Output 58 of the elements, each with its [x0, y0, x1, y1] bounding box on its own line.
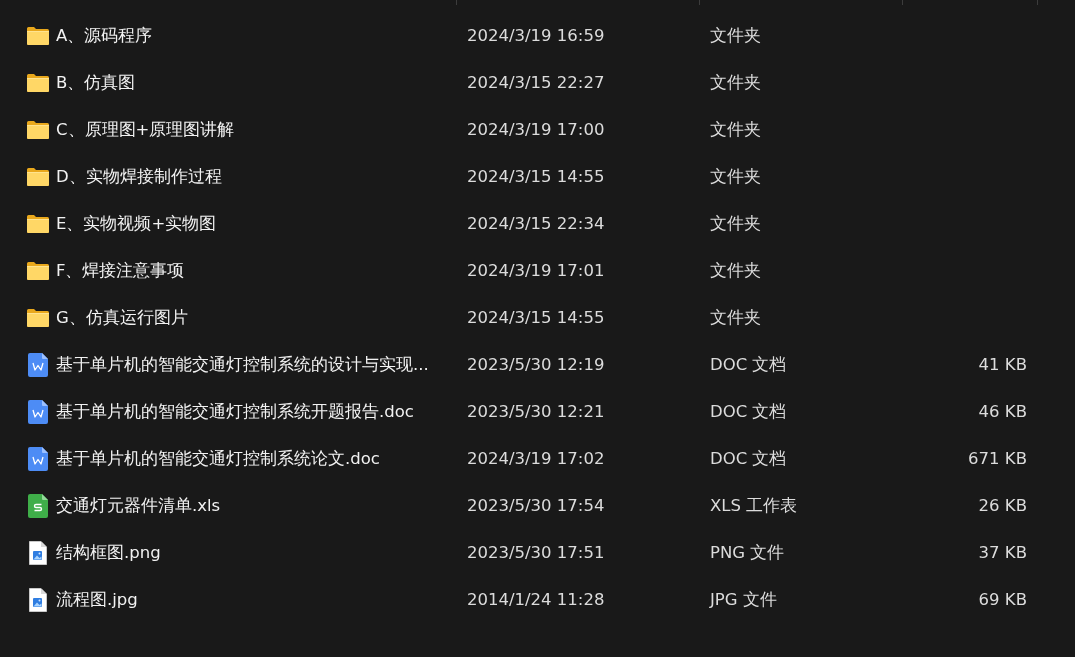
file-size: 37 KB: [978, 543, 1027, 562]
modified-date: 2024/3/15 22:27: [467, 73, 605, 92]
file-type: 文件夹: [710, 119, 761, 139]
file-size: 671 KB: [968, 449, 1027, 468]
file-name[interactable]: 基于单片机的智能交通灯控制系统开题报告.doc: [56, 400, 414, 423]
modified-date: 2024/3/19 17:00: [467, 120, 605, 139]
folder-icon: [27, 120, 49, 139]
file-name[interactable]: A、源码程序: [56, 24, 153, 47]
folder-icon: [27, 214, 49, 233]
modified-date: 2023/5/30 17:51: [467, 543, 605, 562]
file-type: JPG 文件: [710, 589, 777, 609]
modified-date: 2023/5/30 12:19: [467, 355, 605, 374]
file-name[interactable]: 结构框图.png: [56, 541, 161, 564]
folder-icon: [27, 26, 49, 45]
modified-date: 2024/3/19 17:01: [467, 261, 605, 280]
file-type: DOC 文档: [710, 401, 787, 421]
file-name[interactable]: 基于单片机的智能交通灯控制系统论文.doc: [56, 447, 380, 470]
modified-date: 2024/3/19 17:02: [467, 449, 605, 468]
file-name[interactable]: F、焊接注意事项: [56, 259, 185, 282]
image-file-icon: [29, 587, 47, 612]
document-icon: [28, 352, 48, 377]
file-size: 41 KB: [978, 355, 1027, 374]
file-type: 文件夹: [710, 25, 761, 45]
folder-icon: [27, 167, 49, 186]
modified-date: 2024/3/15 22:34: [467, 214, 605, 233]
modified-date: 2023/5/30 12:21: [467, 402, 605, 421]
modified-date: 2024/3/15 14:55: [467, 308, 605, 327]
file-name[interactable]: E、实物视频+实物图: [56, 212, 217, 235]
modified-date: 2024/3/15 14:55: [467, 167, 605, 186]
file-type: DOC 文档: [710, 448, 787, 468]
file-name[interactable]: C、原理图+原理图讲解: [56, 118, 235, 141]
spreadsheet-icon: [28, 493, 48, 518]
modified-date: 2023/5/30 17:54: [467, 496, 605, 515]
file-name[interactable]: D、实物焊接制作过程: [56, 165, 222, 188]
modified-date: 2024/3/19 16:59: [467, 26, 605, 45]
file-name[interactable]: B、仿真图: [56, 71, 136, 94]
file-type: PNG 文件: [710, 542, 785, 562]
file-type: XLS 工作表: [710, 495, 798, 515]
folder-icon: [27, 308, 49, 327]
file-name[interactable]: 流程图.jpg: [56, 588, 138, 611]
file-type: 文件夹: [710, 260, 761, 280]
file-type: DOC 文档: [710, 354, 787, 374]
file-name[interactable]: G、仿真运行图片: [56, 306, 188, 329]
file-name[interactable]: 基于单片机的智能交通灯控制系统的设计与实现...: [56, 353, 429, 376]
folder-icon: [27, 73, 49, 92]
file-type: 文件夹: [710, 72, 761, 92]
file-size: 69 KB: [978, 590, 1027, 609]
document-icon: [28, 399, 48, 424]
image-file-icon: [29, 540, 47, 565]
document-icon: [28, 446, 48, 471]
modified-date: 2014/1/24 11:28: [467, 590, 605, 609]
file-name[interactable]: 交通灯元器件清单.xls: [56, 494, 221, 517]
file-type: 文件夹: [710, 307, 761, 327]
folder-icon: [27, 261, 49, 280]
file-type: 文件夹: [710, 213, 761, 233]
file-type: 文件夹: [710, 166, 761, 186]
file-size: 46 KB: [978, 402, 1027, 421]
file-size: 26 KB: [978, 496, 1027, 515]
